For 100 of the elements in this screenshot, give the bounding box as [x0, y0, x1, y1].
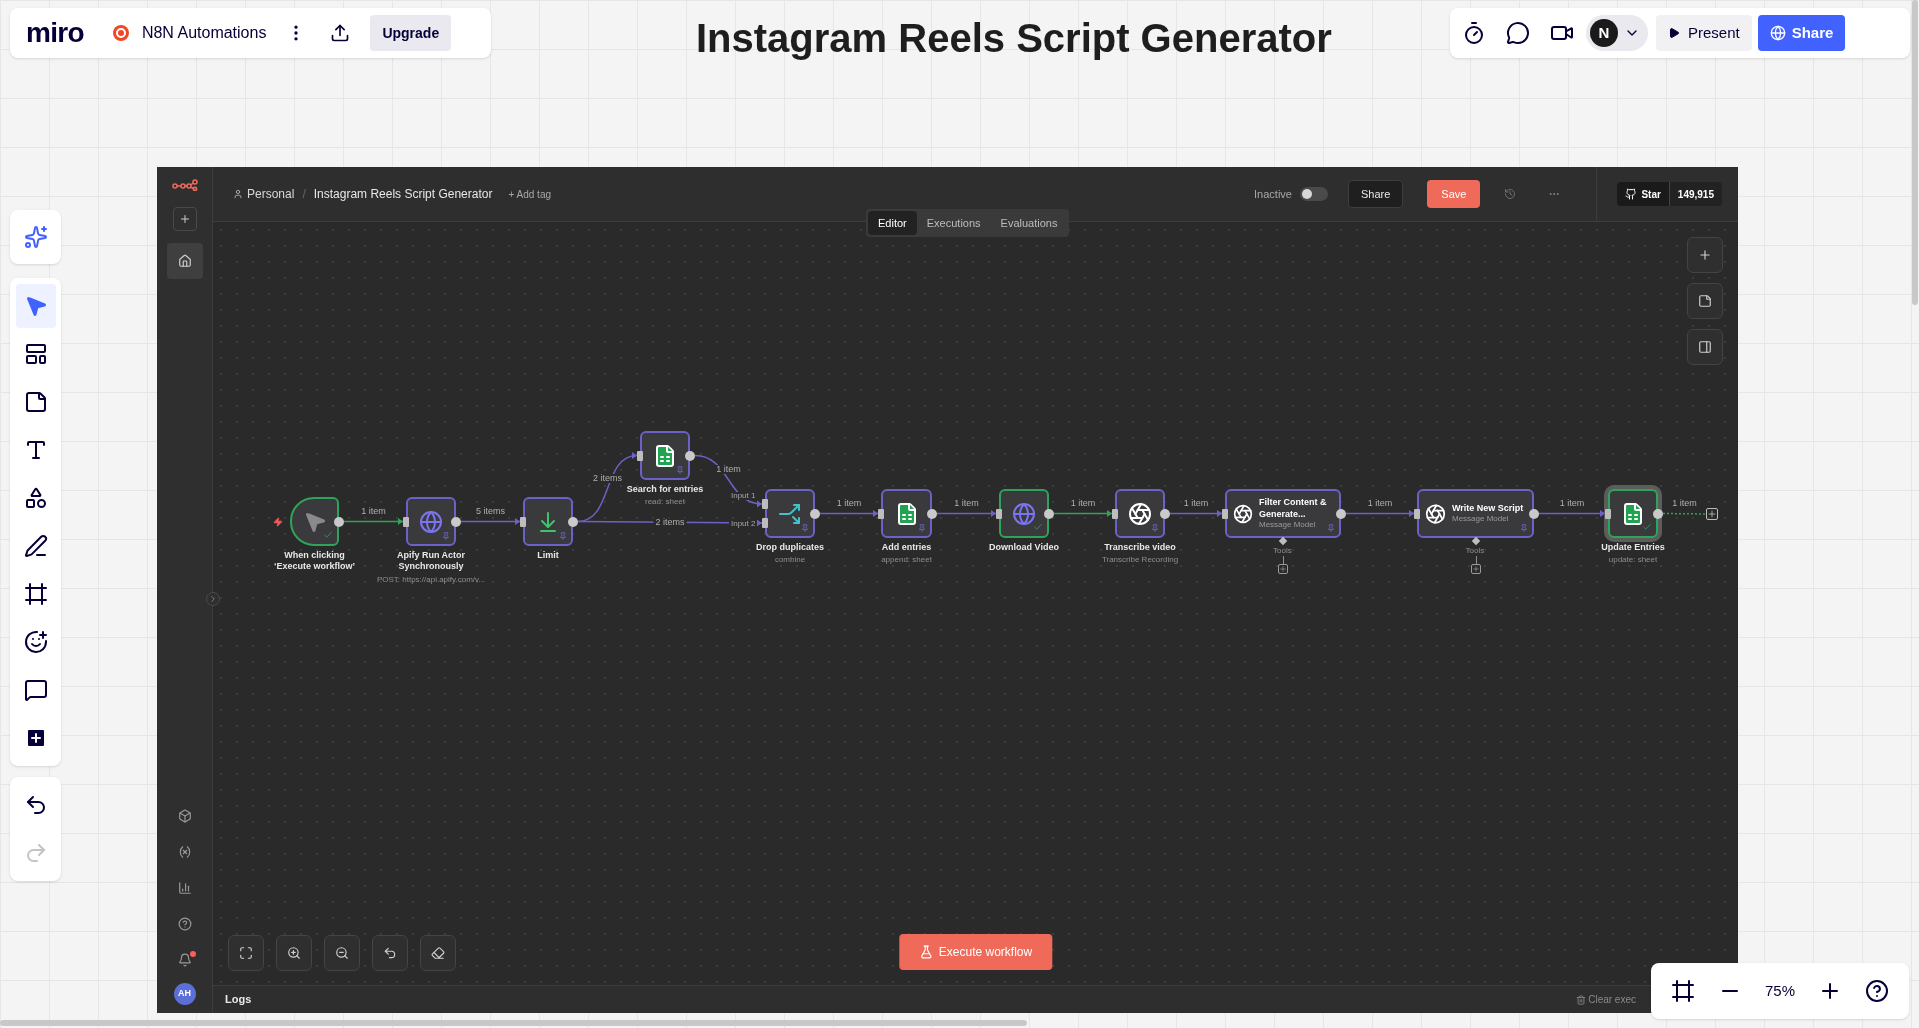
logo-icon [171, 179, 198, 191]
output-port[interactable] [334, 516, 344, 527]
workflow-node[interactable] [523, 497, 573, 546]
sparkles-icon[interactable] [23, 225, 48, 249]
add-node-button[interactable] [1706, 508, 1718, 520]
output-port[interactable] [568, 516, 578, 527]
upgrade-button[interactable]: Upgrade [370, 15, 452, 51]
item-count-label: 1 item [1365, 498, 1395, 508]
input-port[interactable] [403, 516, 409, 527]
add-button[interactable] [172, 207, 197, 231]
output-port[interactable] [1044, 508, 1054, 519]
add-tool-button[interactable] [1470, 564, 1481, 574]
input-port[interactable] [1414, 508, 1420, 519]
output-port[interactable] [810, 508, 820, 519]
node-title: Apify Run Actor Synchronously [395, 550, 467, 573]
workflow-node[interactable]: Write New Script Message Model [1417, 489, 1534, 538]
horizontal-scrollbar[interactable] [0, 1020, 1027, 1026]
help-icon[interactable] [1865, 979, 1890, 1003]
input-port[interactable] [1605, 508, 1611, 519]
input-port[interactable] [996, 508, 1002, 519]
github-star-button[interactable]: Star [1617, 182, 1669, 206]
home-button[interactable] [166, 243, 203, 279]
input-label: Input 2 [729, 520, 758, 528]
tools-label: Tools [1273, 547, 1292, 555]
input-port[interactable] [1222, 508, 1228, 519]
plus-icon [1707, 509, 1717, 519]
item-count-label: 1 item [714, 464, 743, 474]
output-port[interactable] [1336, 508, 1346, 519]
node-title: Add entries [880, 542, 933, 554]
clear-executions-button[interactable]: Clear exec [1576, 992, 1636, 1007]
chat-icon[interactable] [1506, 21, 1530, 45]
variable-icon[interactable] [177, 845, 192, 859]
zoom-in-button[interactable] [276, 935, 312, 971]
aperture-icon [1128, 501, 1152, 526]
share-button[interactable]: Share [1347, 180, 1404, 208]
chart-icon[interactable] [177, 881, 192, 895]
present-button[interactable]: Present [1656, 15, 1752, 51]
view-tab[interactable]: Executions [916, 211, 991, 235]
user-avatar[interactable]: AH [173, 983, 196, 1005]
view-tab[interactable]: Evaluations [990, 211, 1068, 235]
notification-icon[interactable] [177, 953, 192, 967]
view-tab[interactable]: Editor [868, 211, 917, 235]
workflow-name[interactable]: Instagram Reels Script Generator [313, 185, 493, 203]
history-icon[interactable] [1504, 188, 1517, 200]
output-port[interactable] [1529, 508, 1539, 519]
add-node-button[interactable] [1687, 237, 1723, 273]
pin-icon [918, 524, 926, 532]
app-logo[interactable]: miro [26, 19, 84, 47]
workflow-node[interactable] [640, 431, 690, 480]
breadcrumb-link[interactable]: Personal [247, 185, 295, 203]
tool-port[interactable] [1278, 536, 1288, 546]
vertical-scrollbar[interactable] [1912, 0, 1918, 305]
workflow-node[interactable] [765, 489, 815, 538]
flask-icon [918, 945, 933, 959]
logs-title[interactable]: Logs [225, 991, 252, 1008]
connector-line [1283, 556, 1284, 564]
globe-icon [1012, 501, 1036, 526]
workflow-node[interactable] [406, 497, 456, 546]
tool-port[interactable] [1471, 536, 1480, 546]
package-icon[interactable] [177, 809, 192, 823]
sticky-note-button[interactable] [1687, 283, 1723, 319]
input-port[interactable] [637, 450, 643, 461]
output-port[interactable] [685, 450, 695, 461]
board-name[interactable]: N8N Automations [141, 21, 267, 45]
fit-view-button[interactable] [228, 935, 264, 971]
tools-label: Tools [1465, 547, 1485, 555]
pen-icon [23, 534, 48, 558]
comment-icon [23, 678, 48, 702]
panel-toggle-button[interactable] [1687, 329, 1723, 365]
node-title: Download Video [988, 542, 1060, 554]
board-title: Instagram Reels Script Generator [696, 15, 1332, 62]
lightning-icon [273, 516, 283, 527]
zoom-out-button[interactable] [324, 935, 360, 971]
export-icon[interactable] [330, 23, 351, 43]
workflow-node[interactable] [881, 489, 932, 538]
zoom-level: 75% [1764, 980, 1795, 1001]
workflow-node[interactable] [999, 489, 1049, 538]
input-port[interactable] [520, 516, 526, 527]
active-toggle[interactable] [1299, 187, 1328, 201]
workflow-node[interactable] [290, 497, 339, 546]
node-subtitle: combine [774, 555, 806, 566]
output-port[interactable] [1653, 508, 1663, 519]
output-port[interactable] [1160, 508, 1170, 519]
node-subtitle: Message Model [1259, 519, 1316, 530]
add-tool-button[interactable] [1278, 564, 1288, 574]
reset-zoom-button[interactable] [372, 935, 408, 971]
output-port[interactable] [451, 516, 461, 527]
input-port[interactable] [878, 508, 884, 519]
user-menu[interactable]: N [1586, 15, 1648, 51]
workflow-node[interactable] [1115, 489, 1165, 538]
input-port[interactable] [1112, 508, 1118, 519]
trash-icon [1576, 994, 1587, 1005]
add-tag-link[interactable]: + Add tag [508, 186, 551, 202]
node-subtitle: update: sheet [1608, 555, 1658, 566]
share-button[interactable]: Share [1757, 15, 1846, 51]
tidy-up-button[interactable] [420, 935, 456, 971]
frame-icon[interactable] [1670, 979, 1695, 1003]
sticky-note-icon [1698, 294, 1712, 308]
workflow-node[interactable]: Filter Content & Generate... Message Model [1225, 489, 1341, 538]
output-port[interactable] [927, 508, 937, 519]
